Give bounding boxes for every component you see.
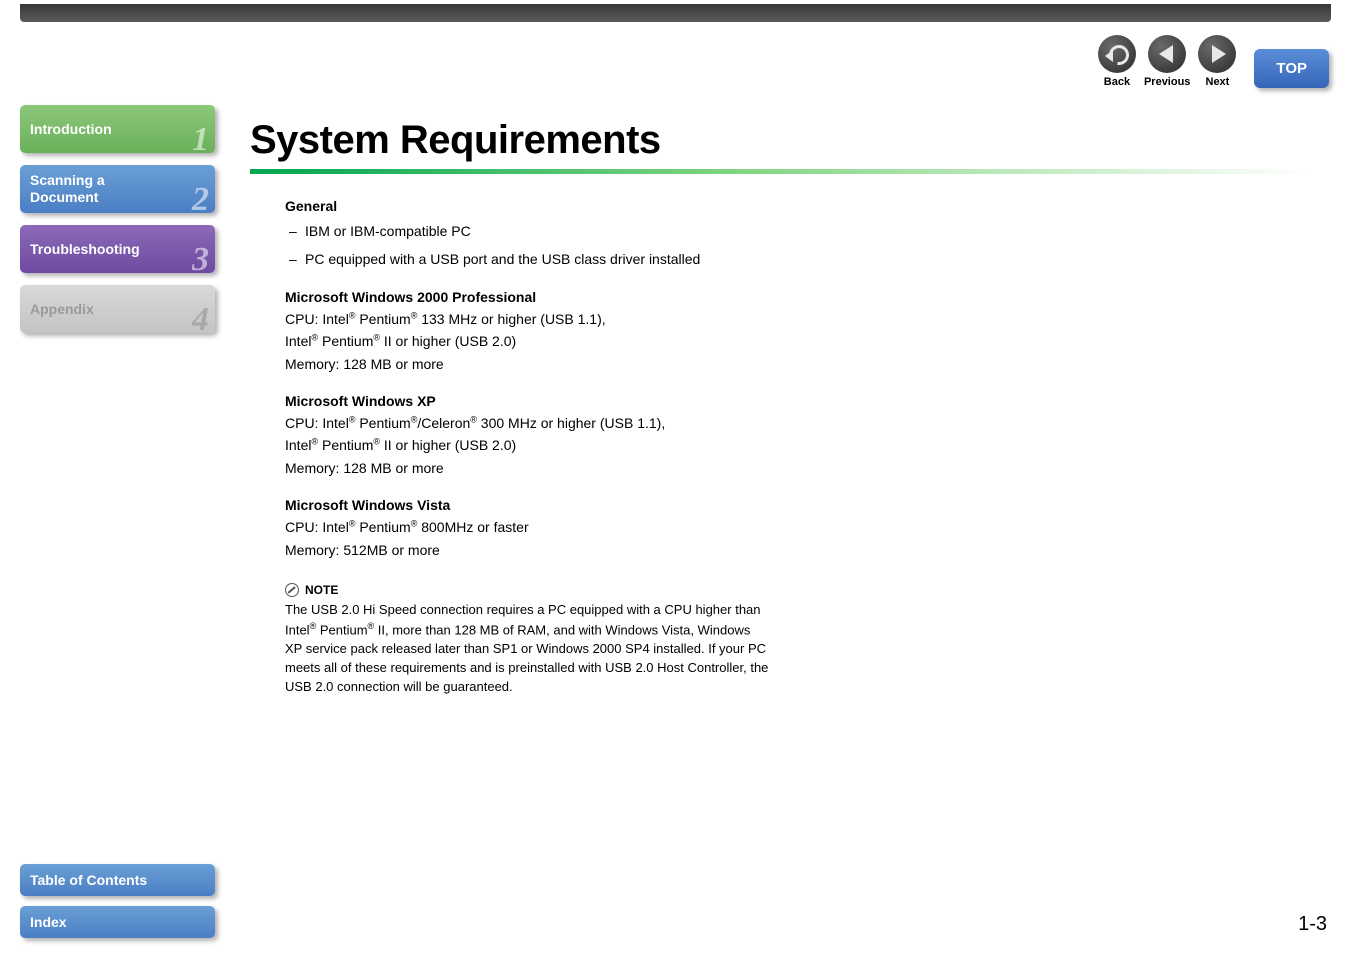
win2000-heading: Microsoft Windows 2000 Professional <box>285 289 770 305</box>
back-label: Back <box>1104 76 1130 88</box>
list-item: PC equipped with a USB port and the USB … <box>285 248 770 270</box>
winvista-cpu: CPU: Intel® Pentium® 800MHz or faster <box>285 516 770 538</box>
general-list: IBM or IBM-compatible PC PC equipped wit… <box>285 220 770 271</box>
top-navigation: Back Previous Next TOP <box>1098 35 1329 88</box>
previous-nav[interactable]: Previous <box>1144 35 1190 88</box>
tab-label: Introduction <box>30 121 112 138</box>
list-item: IBM or IBM-compatible PC <box>285 220 770 242</box>
win2000-cpu2: Intel® Pentium® II or higher (USB 2.0) <box>285 330 770 352</box>
note-block: NOTE The USB 2.0 Hi Speed connection req… <box>285 583 770 697</box>
tab-appendix[interactable]: Appendix 4 <box>20 285 215 333</box>
next-nav[interactable]: Next <box>1198 35 1236 88</box>
tab-number: 2 <box>192 181 209 219</box>
winxp-memory: Memory: 128 MB or more <box>285 457 770 479</box>
tab-label: Appendix <box>30 301 94 318</box>
back-nav[interactable]: Back <box>1098 35 1136 88</box>
title-underline <box>250 169 1311 174</box>
tab-label: Troubleshooting <box>30 241 140 258</box>
previous-label: Previous <box>1144 76 1190 88</box>
note-header: NOTE <box>285 583 770 597</box>
tab-number: 1 <box>192 121 209 159</box>
note-icon <box>285 583 299 597</box>
page-title: System Requirements <box>250 118 1311 163</box>
tab-number: 3 <box>192 241 209 279</box>
top-decorative-bar <box>20 4 1331 22</box>
bottom-navigation: Table of Contents Index <box>20 864 215 938</box>
note-text: The USB 2.0 Hi Speed connection requires… <box>285 601 770 697</box>
page-number: 1-3 <box>1298 913 1327 936</box>
tab-scanning[interactable]: Scanning aDocument 2 <box>20 165 215 213</box>
index-button[interactable]: Index <box>20 906 215 938</box>
content-body: General IBM or IBM-compatible PC PC equi… <box>250 198 770 696</box>
previous-icon <box>1148 35 1186 73</box>
general-heading: General <box>285 198 770 214</box>
winvista-heading: Microsoft Windows Vista <box>285 497 770 513</box>
tab-number: 4 <box>192 301 209 339</box>
note-label: NOTE <box>305 583 338 597</box>
back-icon <box>1098 35 1136 73</box>
next-label: Next <box>1206 76 1230 88</box>
winvista-memory: Memory: 512MB or more <box>285 539 770 561</box>
win2000-cpu: CPU: Intel® Pentium® 133 MHz or higher (… <box>285 308 770 330</box>
winxp-cpu2: Intel® Pentium® II or higher (USB 2.0) <box>285 434 770 456</box>
tab-troubleshooting[interactable]: Troubleshooting 3 <box>20 225 215 273</box>
main-content: System Requirements General IBM or IBM-c… <box>250 118 1311 696</box>
next-icon <box>1198 35 1236 73</box>
tab-label: Scanning aDocument <box>30 172 105 206</box>
winxp-heading: Microsoft Windows XP <box>285 393 770 409</box>
top-button[interactable]: TOP <box>1254 49 1329 88</box>
win2000-memory: Memory: 128 MB or more <box>285 353 770 375</box>
toc-button[interactable]: Table of Contents <box>20 864 215 896</box>
sidebar: Introduction 1 Scanning aDocument 2 Trou… <box>20 105 215 333</box>
tab-introduction[interactable]: Introduction 1 <box>20 105 215 153</box>
winxp-cpu: CPU: Intel® Pentium®/Celeron® 300 MHz or… <box>285 412 770 434</box>
